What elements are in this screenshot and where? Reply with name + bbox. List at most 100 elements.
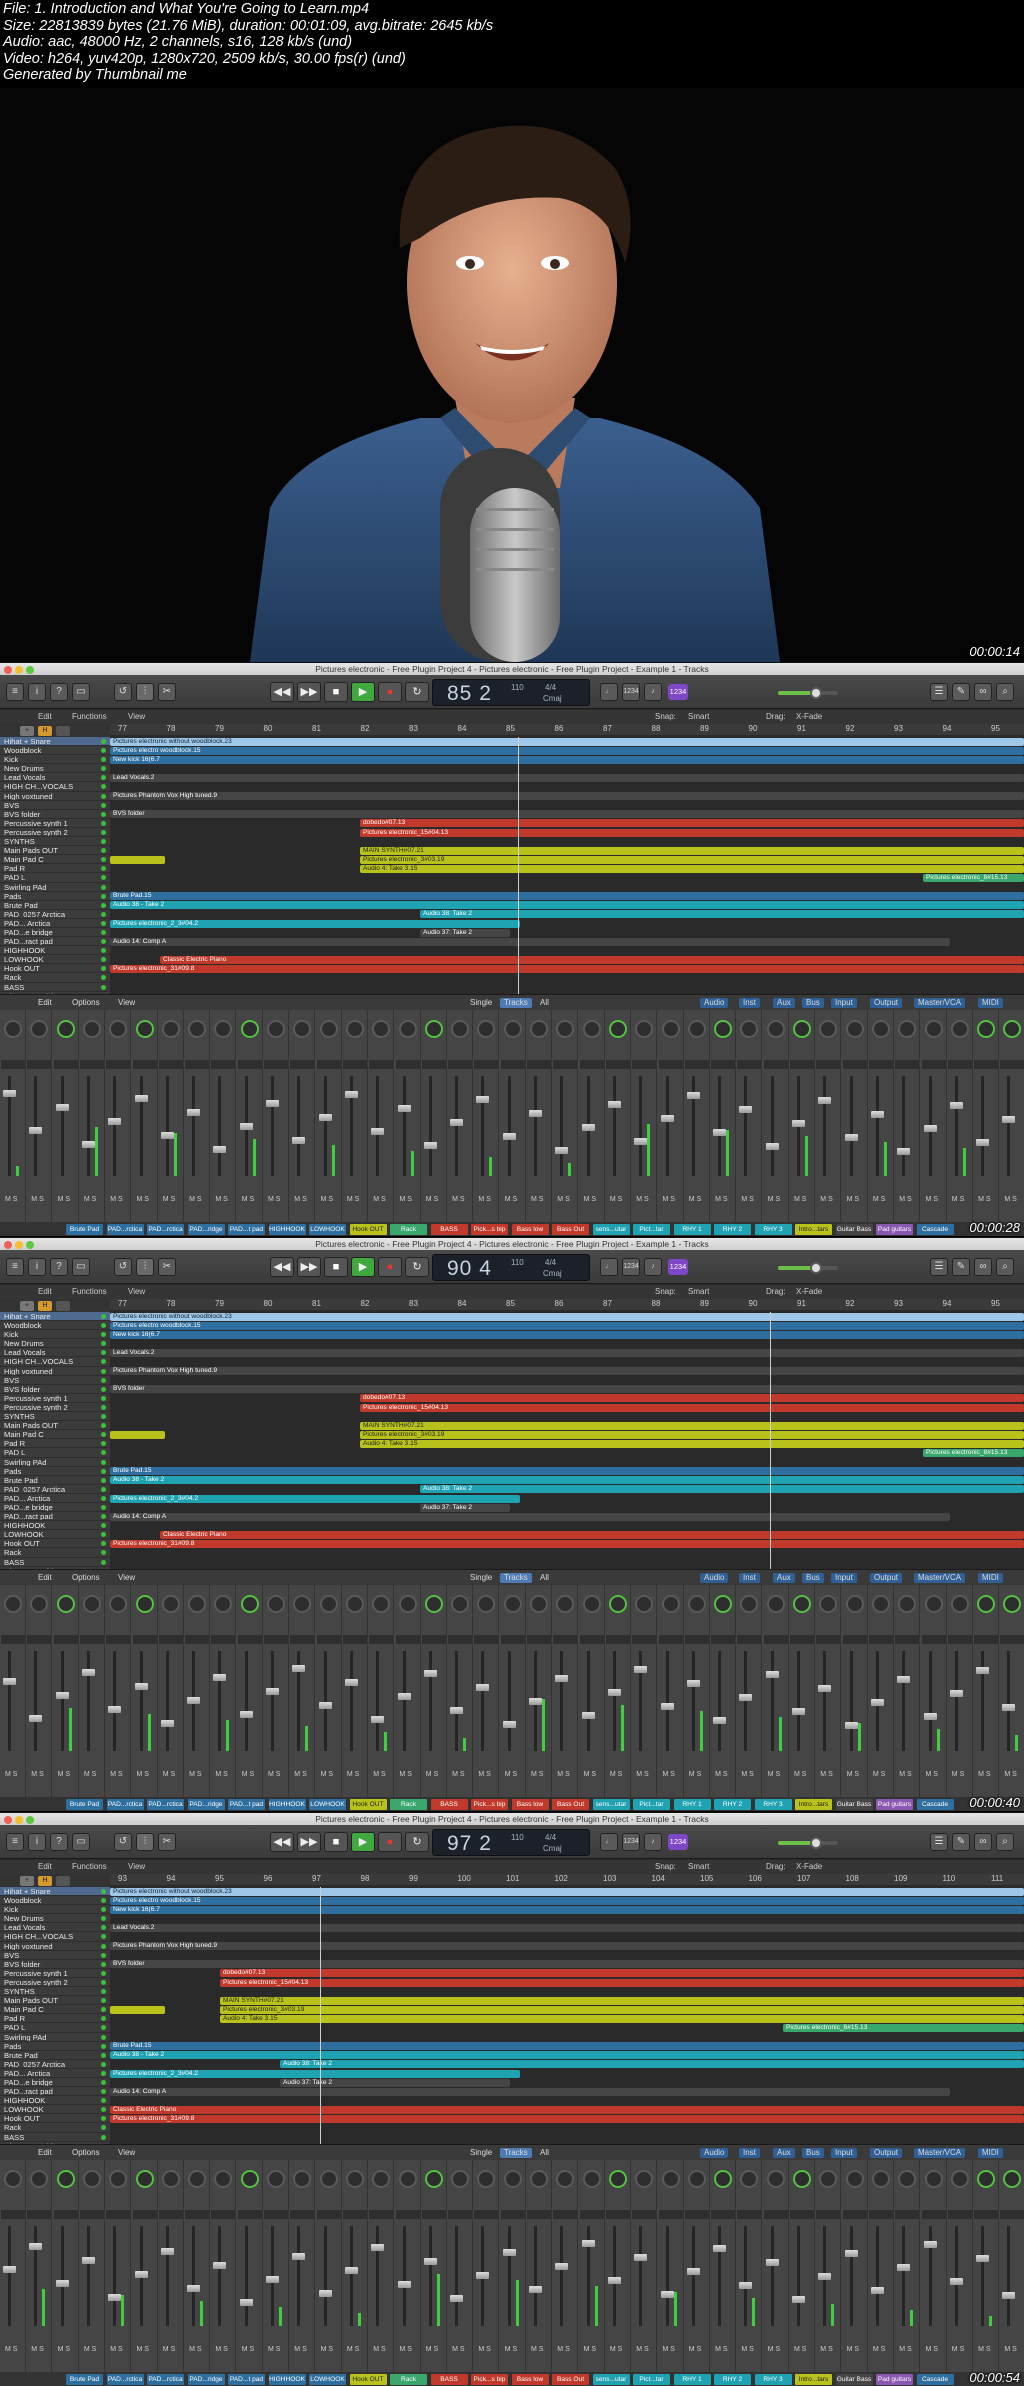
track-header[interactable]: PAD L: [0, 873, 110, 883]
channel-strip[interactable]: M S: [184, 2160, 211, 2372]
pan-knob[interactable]: [950, 1020, 969, 1038]
mixer-options-menu[interactable]: Options: [72, 1570, 100, 1586]
volume-fader[interactable]: [607, 1689, 621, 1696]
region[interactable]: Audio 14: Comp A: [110, 2087, 950, 2096]
volume-fader[interactable]: [55, 2280, 69, 2287]
volume-fader[interactable]: [239, 1123, 253, 1130]
master-volume-slider[interactable]: [778, 1262, 838, 1274]
track-enable-icon[interactable]: [101, 1314, 106, 1319]
region[interactable]: dobedo#07.13: [220, 1969, 1024, 1978]
region[interactable]: Pictures electronic_2_3#04.2: [110, 1494, 520, 1503]
track-enable-icon[interactable]: [101, 1907, 106, 1913]
track-enable-icon[interactable]: [101, 975, 106, 981]
mute-solo-buttons[interactable]: M S: [715, 2346, 727, 2353]
track-header[interactable]: Percussive synth 1: [0, 819, 110, 828]
mute-solo-buttons[interactable]: M S: [163, 1196, 175, 1203]
volume-knob[interactable]: [810, 1262, 822, 1274]
channel-strip[interactable]: M S: [842, 1585, 868, 1797]
volume-fader[interactable]: [108, 2294, 122, 2301]
mute-solo-buttons[interactable]: M S: [741, 1196, 753, 1203]
forward-icon[interactable]: ▶▶: [297, 1257, 321, 1277]
region[interactable]: Lead Vocals.2: [110, 773, 1024, 782]
volume-fader[interactable]: [713, 1129, 727, 1136]
track-enable-icon[interactable]: [101, 1359, 106, 1365]
notepad-icon[interactable]: ✎: [952, 1833, 970, 1851]
pan-knob[interactable]: [451, 1020, 470, 1038]
channel-name[interactable]: PAD...ridge: [187, 1224, 225, 1235]
track-enable-icon[interactable]: [101, 1989, 106, 1995]
channel-strip[interactable]: M S: [658, 1585, 684, 1797]
pan-knob[interactable]: [924, 1595, 943, 1613]
track-enable-icon[interactable]: [101, 1459, 106, 1465]
mute-solo-buttons[interactable]: M S: [1004, 1196, 1016, 1203]
channel-name[interactable]: Bass low: [511, 1799, 549, 1810]
minimize-icon[interactable]: [15, 1816, 23, 1824]
volume-fader[interactable]: [239, 2299, 253, 2306]
volume-fader[interactable]: [607, 1101, 621, 1108]
tuner-icon[interactable]: ♩: [600, 1833, 618, 1851]
track-enable-icon[interactable]: [101, 1350, 106, 1356]
mixer-filter-tab[interactable]: Master/VCA: [914, 1573, 966, 1583]
region[interactable]: Pictures electronic_8#15.13: [923, 1449, 1024, 1457]
track-header[interactable]: BASS: [0, 2133, 110, 2142]
mute-solo-buttons[interactable]: M S: [373, 1196, 385, 1203]
volume-fader[interactable]: [239, 1711, 253, 1718]
channel-strip[interactable]: M S: [395, 2160, 421, 2372]
hide-icon[interactable]: H: [38, 1301, 52, 1311]
track-enable-icon[interactable]: [101, 1541, 106, 1547]
track-enable-icon[interactable]: [101, 1523, 106, 1529]
track-header[interactable]: New Drums: [0, 764, 110, 774]
pan-knob[interactable]: [530, 1595, 548, 1613]
drag-select[interactable]: X-Fade: [796, 710, 822, 724]
pan-knob[interactable]: [82, 1020, 101, 1038]
channel-strip[interactable]: M S: [789, 2160, 815, 2372]
pan-knob[interactable]: [345, 2170, 364, 2188]
mute-solo-buttons[interactable]: M S: [137, 2346, 149, 2353]
pan-knob[interactable]: [451, 2170, 470, 2188]
mute-solo-buttons[interactable]: M S: [110, 1771, 122, 1778]
channel-strip[interactable]: M S: [79, 2160, 105, 2372]
channel-name[interactable]: Pict...tar: [633, 2374, 670, 2385]
channel-strip[interactable]: M S: [526, 1010, 552, 1222]
mute-solo-buttons[interactable]: M S: [110, 2346, 122, 2353]
pan-knob[interactable]: [845, 1595, 864, 1613]
track-enable-icon[interactable]: [101, 948, 106, 954]
pan-knob[interactable]: [924, 2170, 943, 2188]
track-enable-icon[interactable]: [101, 2016, 106, 2022]
channel-strip[interactable]: M S: [894, 2160, 921, 2372]
channel-name[interactable]: HIGHHOOK: [268, 1799, 306, 1810]
volume-fader[interactable]: [81, 2257, 95, 2264]
mute-solo-buttons[interactable]: M S: [899, 1771, 911, 1778]
channel-name[interactable]: Pict...tar: [633, 1799, 670, 1810]
mute-solo-buttons[interactable]: M S: [452, 2346, 464, 2353]
track-enable-icon[interactable]: [101, 2107, 106, 2113]
pan-knob[interactable]: [766, 2170, 785, 2188]
region[interactable]: dobedo#07.13: [360, 819, 1024, 828]
track-header[interactable]: Kick: [0, 1330, 110, 1340]
volume-fader[interactable]: [371, 2244, 385, 2251]
mute-solo-buttons[interactable]: M S: [1004, 2346, 1016, 2353]
pan-knob[interactable]: [319, 2170, 338, 2188]
pan-knob[interactable]: [635, 2170, 654, 2188]
mixer-filter-tab[interactable]: MIDI: [978, 2148, 1003, 2158]
volume-fader[interactable]: [844, 2250, 858, 2257]
mute-solo-buttons[interactable]: M S: [873, 1196, 885, 1203]
track-header[interactable]: Percussive synth 2: [0, 828, 110, 838]
volume-fader[interactable]: [160, 2248, 174, 2255]
hide-icon[interactable]: H: [38, 1876, 52, 1886]
channel-strip[interactable]: M S: [342, 1585, 368, 1797]
volume-fader[interactable]: [3, 2266, 16, 2273]
channel-strip[interactable]: M S: [921, 1585, 947, 1797]
pan-knob[interactable]: [687, 1020, 706, 1038]
track-header[interactable]: PAD...ract pad: [0, 1512, 110, 1522]
minimize-icon[interactable]: [15, 666, 23, 674]
region[interactable]: Pictures Phantom Vox High tuned.9: [110, 1942, 1024, 1951]
volume-fader[interactable]: [55, 1692, 69, 1699]
track-header[interactable]: PAD... Arctica: [0, 2069, 110, 2078]
volume-fader[interactable]: [1002, 1116, 1016, 1123]
record-icon[interactable]: ●: [378, 1832, 402, 1852]
pan-knob[interactable]: [793, 2170, 811, 2188]
browser-icon[interactable]: ⌕: [996, 1258, 1014, 1276]
pan-knob[interactable]: [1003, 1595, 1022, 1613]
volume-fader[interactable]: [765, 1143, 779, 1150]
